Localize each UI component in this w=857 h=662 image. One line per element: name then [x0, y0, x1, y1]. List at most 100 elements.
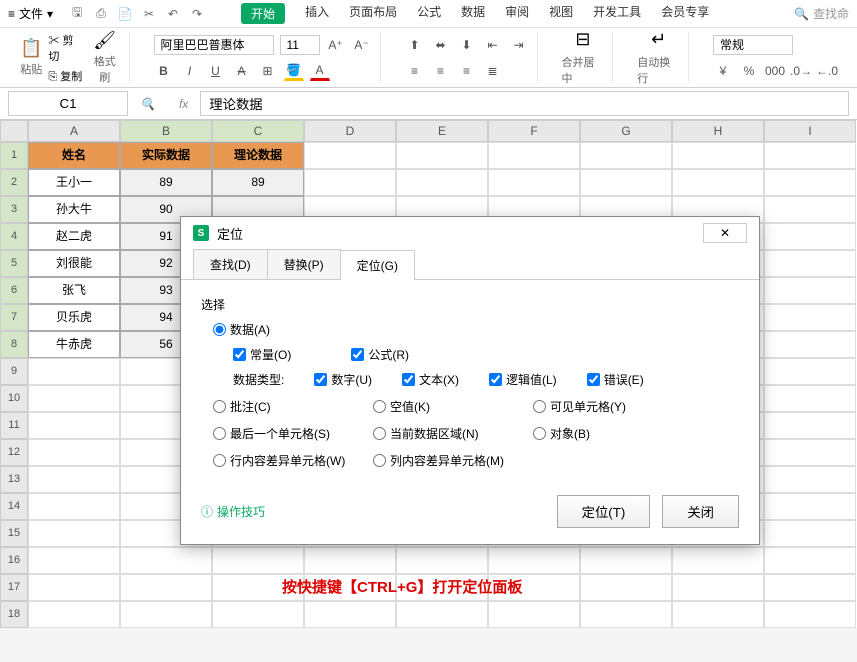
row-header[interactable]: 5: [0, 250, 28, 277]
cell[interactable]: [28, 520, 120, 547]
cell[interactable]: [764, 601, 856, 628]
cell[interactable]: [28, 601, 120, 628]
cell[interactable]: [28, 493, 120, 520]
undo-icon[interactable]: ↶: [165, 6, 181, 22]
cell[interactable]: [304, 547, 396, 574]
select-all-corner[interactable]: [0, 120, 28, 142]
row-header[interactable]: 17: [0, 574, 28, 601]
row-header[interactable]: 8: [0, 331, 28, 358]
cell[interactable]: [212, 547, 304, 574]
row-header[interactable]: 12: [0, 439, 28, 466]
tab-formula[interactable]: 公式: [417, 3, 441, 24]
align-left-icon[interactable]: ≡: [405, 61, 425, 81]
file-menu[interactable]: ≡ 文件 ▾: [8, 5, 53, 22]
tab-member[interactable]: 会员专享: [661, 3, 709, 24]
percent-icon[interactable]: %: [739, 61, 759, 81]
cell[interactable]: [488, 547, 580, 574]
option-last[interactable]: 最后一个单元格(S): [213, 425, 373, 442]
tab-data[interactable]: 数据: [461, 3, 485, 24]
cell[interactable]: [28, 358, 120, 385]
comma-icon[interactable]: 000: [765, 61, 785, 81]
cell[interactable]: [672, 547, 764, 574]
row-header[interactable]: 9: [0, 358, 28, 385]
col-header-e[interactable]: E: [396, 120, 488, 142]
align-right-icon[interactable]: ≡: [457, 61, 477, 81]
option-data[interactable]: 数据(A): [213, 321, 270, 338]
cut-icon[interactable]: ✂: [141, 6, 157, 22]
option-logic[interactable]: 逻辑值(L): [489, 371, 557, 388]
cell[interactable]: [764, 385, 856, 412]
row-header[interactable]: 13: [0, 466, 28, 493]
italic-icon[interactable]: I: [180, 61, 200, 81]
cell[interactable]: [488, 601, 580, 628]
row-header[interactable]: 18: [0, 601, 28, 628]
option-blank[interactable]: 空值(K): [373, 398, 533, 415]
cell[interactable]: [28, 412, 120, 439]
underline-icon[interactable]: U: [206, 61, 226, 81]
cell[interactable]: [580, 169, 672, 196]
option-visible[interactable]: 可见单元格(Y): [533, 398, 693, 415]
option-object[interactable]: 对象(B): [533, 425, 693, 442]
cell[interactable]: [120, 574, 212, 601]
cell[interactable]: 实际数据: [120, 142, 212, 169]
align-top-icon[interactable]: ⬆: [405, 35, 425, 55]
cell[interactable]: [672, 142, 764, 169]
cell[interactable]: [764, 412, 856, 439]
col-header-h[interactable]: H: [672, 120, 764, 142]
cell[interactable]: 孙大牛: [28, 196, 120, 223]
cell[interactable]: 89: [212, 169, 304, 196]
indent-inc-icon[interactable]: ⇥: [509, 35, 529, 55]
row-header[interactable]: 4: [0, 223, 28, 250]
option-formula[interactable]: 公式(R): [351, 346, 409, 363]
cell[interactable]: [764, 520, 856, 547]
print-preview-icon[interactable]: ⎙: [93, 6, 109, 22]
tab-dev[interactable]: 开发工具: [593, 3, 641, 24]
formula-input[interactable]: [200, 91, 849, 116]
copy-button[interactable]: ⎘ 复制: [48, 68, 83, 84]
cell[interactable]: [580, 142, 672, 169]
cell[interactable]: [764, 439, 856, 466]
cell[interactable]: [304, 601, 396, 628]
option-region[interactable]: 当前数据区域(N): [373, 425, 533, 442]
cell[interactable]: [764, 358, 856, 385]
cell[interactable]: [396, 169, 488, 196]
bold-icon[interactable]: B: [154, 61, 174, 81]
cell[interactable]: [764, 142, 856, 169]
decrease-font-icon[interactable]: A⁻: [352, 35, 372, 55]
search-box[interactable]: 🔍 查找命: [794, 5, 849, 22]
number-format-select[interactable]: [713, 35, 793, 55]
row-header[interactable]: 15: [0, 520, 28, 547]
cell[interactable]: [396, 142, 488, 169]
col-header-g[interactable]: G: [580, 120, 672, 142]
cell[interactable]: [764, 304, 856, 331]
cell[interactable]: [488, 169, 580, 196]
cell[interactable]: [28, 574, 120, 601]
cell[interactable]: [764, 574, 856, 601]
cell[interactable]: [28, 385, 120, 412]
fx-icon[interactable]: fx: [179, 97, 188, 111]
col-header-c[interactable]: C: [212, 120, 304, 142]
col-header-i[interactable]: I: [764, 120, 856, 142]
strike-icon[interactable]: A: [232, 61, 252, 81]
option-comment[interactable]: 批注(C): [213, 398, 373, 415]
paste-icon[interactable]: 📋: [20, 38, 42, 59]
row-header[interactable]: 2: [0, 169, 28, 196]
merge-icon[interactable]: ⊟: [575, 29, 590, 50]
cell[interactable]: 89: [120, 169, 212, 196]
cell[interactable]: [580, 574, 672, 601]
option-rowdiff[interactable]: 行内容差异单元格(W): [213, 452, 373, 469]
justify-icon[interactable]: ≣: [483, 61, 503, 81]
cell[interactable]: [764, 250, 856, 277]
cell[interactable]: [580, 547, 672, 574]
cell[interactable]: [764, 547, 856, 574]
wrap-icon[interactable]: ↵: [651, 29, 666, 50]
cell[interactable]: [764, 277, 856, 304]
increase-font-icon[interactable]: A⁺: [326, 35, 346, 55]
cell-reference-input[interactable]: [8, 91, 128, 116]
option-text[interactable]: 文本(X): [402, 371, 459, 388]
tab-start[interactable]: 开始: [241, 3, 285, 24]
align-middle-icon[interactable]: ⬌: [431, 35, 451, 55]
col-header-f[interactable]: F: [488, 120, 580, 142]
option-coldiff[interactable]: 列内容差异单元格(M): [373, 452, 533, 469]
row-header[interactable]: 11: [0, 412, 28, 439]
